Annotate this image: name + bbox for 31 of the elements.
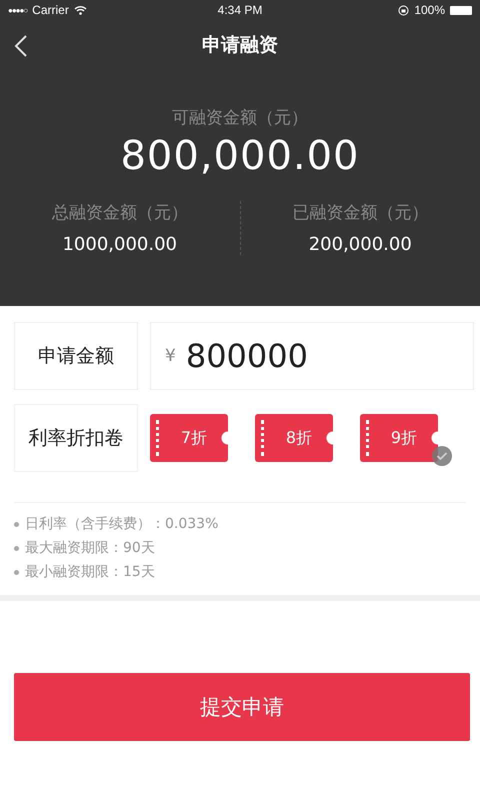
stat-value: 1000,000.00 xyxy=(62,234,177,255)
page-title: 申请融资 xyxy=(202,33,278,58)
field-label: 申请金额 xyxy=(14,322,138,390)
bullet-dot xyxy=(14,522,19,526)
carrier-name: Carrier xyxy=(32,3,69,17)
check-icon xyxy=(432,446,452,466)
field-label: 利率折扣卷 xyxy=(14,404,138,472)
signal-strength: ●●●●○ xyxy=(8,6,28,14)
submit-button[interactable]: 提交申请 xyxy=(14,673,470,741)
rotation-lock-icon xyxy=(398,4,410,16)
bullet-dot xyxy=(14,546,19,550)
coupon-ticket[interactable]: 8折 xyxy=(255,414,333,462)
wifi-icon xyxy=(74,5,87,15)
stat-label: 总融资金额（元） xyxy=(52,202,188,224)
bullet-dot xyxy=(14,570,19,574)
available-label: 可融资金额（元） xyxy=(172,107,308,129)
info-text: 最大融资期限：90天 xyxy=(25,539,155,557)
coupon-ticket[interactable]: 7折 xyxy=(150,414,228,462)
stat-label: 已融资金额（元） xyxy=(292,202,428,224)
currency-symbol: ¥ xyxy=(165,346,176,366)
info-text: 日利率（含手续费）：0.033% xyxy=(25,515,218,533)
available-amount: 800,000.00 xyxy=(120,133,360,179)
amount-field[interactable]: ¥ 800000 xyxy=(150,322,474,390)
coupon-ticket[interactable]: 9折 xyxy=(360,414,438,462)
battery-icon xyxy=(450,6,472,14)
battery-percent: 100% xyxy=(414,3,446,17)
info-text: 最小融资期限：15天 xyxy=(25,563,155,581)
stat-value: 200,000.00 xyxy=(308,234,412,255)
amount-input[interactable]: 800000 xyxy=(186,337,386,375)
status-time: 4:34 PM xyxy=(218,3,262,17)
back-icon[interactable] xyxy=(14,34,28,58)
